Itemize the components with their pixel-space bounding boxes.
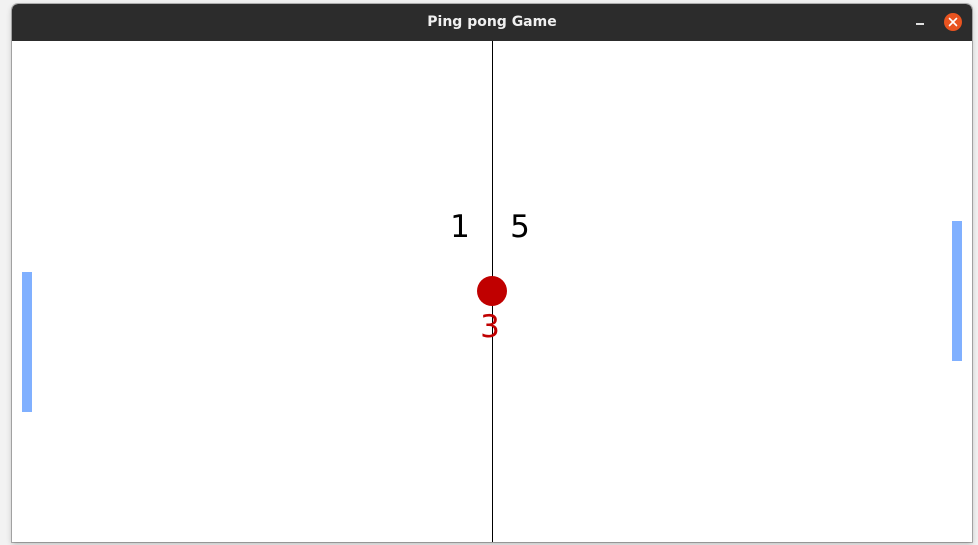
left-paddle — [22, 272, 32, 412]
ball-counter: 3 — [480, 309, 500, 345]
game-canvas[interactable]: 1 5 3 — [12, 41, 972, 542]
ball — [477, 276, 507, 306]
window-title: Ping pong Game — [427, 14, 557, 30]
right-paddle — [952, 221, 962, 361]
game-window: Ping pong Game 1 5 3 — [12, 4, 972, 542]
minimize-button[interactable] — [910, 12, 930, 32]
title-bar[interactable]: Ping pong Game — [12, 4, 972, 41]
left-score: 1 — [450, 209, 470, 245]
close-button[interactable] — [944, 13, 962, 31]
minimize-icon — [916, 23, 924, 25]
right-score: 5 — [510, 209, 530, 245]
close-icon — [948, 17, 958, 27]
